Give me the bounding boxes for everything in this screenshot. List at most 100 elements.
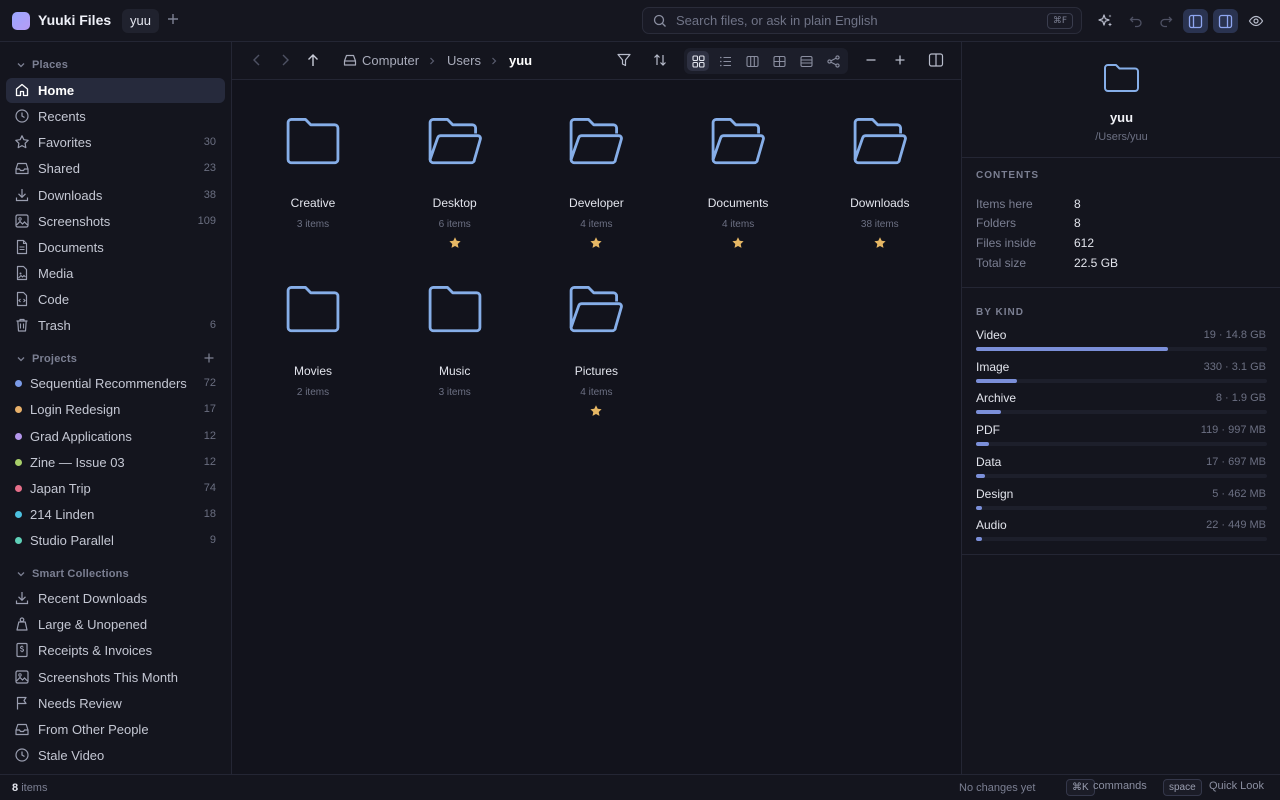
sidebar: Places Home Recents Favorites 30 Shared … (0, 42, 232, 774)
gallery-view-button[interactable] (795, 51, 817, 71)
sidebar-item-recents[interactable]: Recents (6, 104, 225, 129)
search-icon (653, 14, 667, 28)
smart-item-stale-video[interactable]: Stale Video (6, 743, 225, 768)
kind-label: Archive (976, 391, 1017, 406)
folder-name: Creative (290, 196, 336, 210)
smart-collections-section-header[interactable]: Smart Collections (16, 568, 129, 580)
folder-item-count: 3 items (438, 387, 471, 398)
smart-item-screenshots-month[interactable]: Screenshots This Month (6, 665, 225, 690)
smart-item-label: Receipts & Invoices (38, 643, 153, 658)
project-label: Japan Trip (30, 481, 91, 496)
places-title: Places (32, 59, 69, 71)
project-item[interactable]: Sequential Recommenders 72 (6, 371, 225, 396)
breadcrumb-computer[interactable]: Computer (362, 53, 419, 68)
kind-bar-track (976, 378, 1267, 383)
project-count: 17 (203, 403, 216, 415)
tab-yuu[interactable]: yuu (122, 9, 159, 33)
sidebar-item-favorites[interactable]: Favorites 30 (6, 130, 225, 155)
undo-button[interactable] (1123, 9, 1148, 33)
smart-item-needs-review[interactable]: Needs Review (6, 691, 225, 716)
sort-icon (654, 54, 666, 66)
sidebar-item-label: Code (38, 292, 70, 307)
forward-button[interactable] (278, 52, 292, 68)
contents-value: 8 (1074, 197, 1081, 211)
split-view-button[interactable] (928, 52, 944, 68)
filter-button[interactable] (616, 52, 632, 68)
sort-button[interactable] (652, 52, 668, 68)
divider (962, 554, 1280, 555)
places-section-header[interactable]: Places (16, 59, 68, 71)
project-item[interactable]: Grad Applications 12 (6, 424, 225, 449)
smart-item-label: Recent Downloads (38, 591, 148, 606)
command-shortcut-label[interactable]: commands (1093, 780, 1147, 792)
breadcrumb-current[interactable]: yuu (509, 53, 532, 68)
undo-icon (1129, 16, 1142, 28)
sidebar-item-documents[interactable]: Documents (6, 235, 225, 260)
list-view-button[interactable] (714, 51, 736, 71)
sidebar-item-home[interactable]: Home (6, 78, 225, 103)
projects-section-header[interactable]: Projects (16, 353, 77, 365)
folder-item-count: 3 items (296, 219, 330, 230)
toggle-inspector-button[interactable] (1213, 9, 1238, 33)
smart-item-other-people[interactable]: From Other People (6, 717, 225, 742)
sidebar-item-code[interactable]: Code (6, 287, 225, 312)
share-graph-icon (826, 54, 840, 68)
project-item[interactable]: Zine — Issue 03 12 (6, 450, 225, 475)
sidebar-item-downloads[interactable]: Downloads 38 (6, 183, 225, 208)
sidebar-item-count: 38 (203, 189, 216, 201)
kind-bar-fill (976, 347, 1169, 351)
sidebar-item-shared[interactable]: Shared 23 (6, 156, 225, 181)
kind-bar-track (976, 505, 1267, 510)
kind-bar-fill (976, 378, 1017, 383)
graph-view-button[interactable] (822, 51, 844, 71)
smart-item-receipts[interactable]: Receipts & Invoices (6, 638, 225, 663)
up-button[interactable] (306, 52, 320, 68)
sidebar-item-screenshots[interactable]: Screenshots 109 (6, 209, 225, 234)
zoom-out-button[interactable] (864, 53, 878, 67)
project-item[interactable]: Login Redesign 17 (6, 397, 225, 422)
list-icon (719, 56, 731, 66)
project-count: 12 (203, 430, 216, 442)
item-count-number: 8 (12, 782, 19, 794)
new-tab-button[interactable] (166, 12, 180, 26)
project-label: Grad Applications (30, 429, 132, 444)
project-item[interactable]: 214 Linden 18 (6, 502, 225, 527)
search-input[interactable]: Search files, or ask in plain English ⌘F (642, 7, 1082, 34)
folder-icon (286, 118, 340, 165)
kind-bar-fill (976, 473, 986, 478)
sidebar-item-label: Trash (38, 318, 71, 333)
star-icon (15, 135, 29, 149)
sidebar-item-label: Favorites (38, 135, 92, 150)
redo-button[interactable] (1153, 9, 1178, 33)
breadcrumb-users[interactable]: Users (447, 53, 481, 68)
download-icon (15, 592, 29, 605)
kind-stat: 330 · 3.1 GB (1203, 360, 1266, 373)
project-color-dot (15, 485, 22, 492)
projects-title: Projects (32, 353, 78, 365)
sidebar-item-trash[interactable]: Trash 6 (6, 313, 225, 338)
project-item[interactable]: Japan Trip 74 (6, 476, 225, 501)
toggle-sidebar-button[interactable] (1183, 9, 1208, 33)
smart-item-large-unopened[interactable]: Large & Unopened (6, 612, 225, 637)
weight-icon (16, 617, 28, 631)
inbox-icon (15, 162, 29, 175)
column-view-button[interactable] (741, 51, 763, 71)
smart-item-recent-downloads[interactable]: Recent Downloads (6, 586, 225, 611)
grid-icon (691, 54, 705, 68)
add-project-button[interactable] (203, 352, 215, 364)
grid-view-button[interactable] (687, 51, 709, 71)
project-item[interactable]: Studio Parallel 9 (6, 528, 225, 553)
folder-item-count: 4 items (580, 219, 613, 230)
back-button[interactable] (250, 52, 264, 68)
ai-sparkle-button[interactable] (1093, 9, 1118, 33)
quick-look-shortcut-key: space (1163, 779, 1202, 796)
contents-key: Files inside (976, 236, 1037, 250)
table-view-button[interactable] (768, 51, 790, 71)
chevron-left-icon (253, 54, 260, 66)
quick-look-button[interactable] (1243, 9, 1268, 33)
sidebar-item-media[interactable]: Media (6, 261, 225, 286)
kind-stat: 17 · 697 MB (1206, 455, 1266, 468)
contents-key: Folders (976, 216, 1017, 230)
quick-look-shortcut-label[interactable]: Quick Look (1209, 780, 1264, 792)
zoom-in-button[interactable] (893, 53, 907, 67)
